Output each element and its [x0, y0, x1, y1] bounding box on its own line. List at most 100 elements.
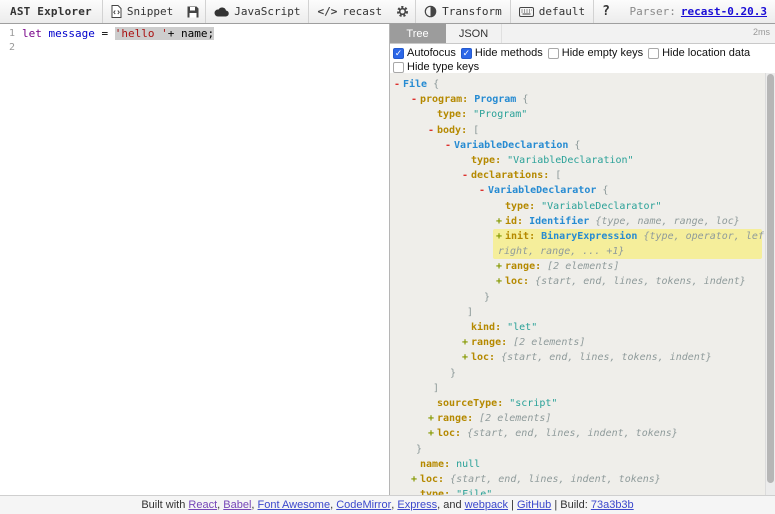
tree-node-line[interactable]: -VariableDeclaration { — [390, 138, 775, 153]
option-label: Hide empty keys — [562, 47, 643, 59]
tree-node-line[interactable]: kind: "let" — [390, 320, 775, 335]
save-button[interactable] — [181, 0, 205, 23]
option-label: Autofocus — [407, 47, 456, 59]
language-selector[interactable]: JavaScript — [206, 0, 308, 23]
transform-toggle[interactable]: Transform — [416, 0, 510, 23]
tree-node-line[interactable]: ] — [390, 305, 775, 320]
tree-node-line[interactable]: type: "VariableDeclarator" — [390, 199, 775, 214]
tree-node-line[interactable]: sourceType: "script" — [390, 396, 775, 411]
tree-node-line[interactable]: +range: [2 elements] — [390, 411, 775, 426]
footer-link[interactable]: Babel — [223, 499, 251, 511]
tree-node-line[interactable]: +id: Identifier {type, name, range, loc} — [390, 214, 775, 229]
tree-node-line[interactable]: } — [390, 366, 775, 381]
scrollbar-thumb[interactable] — [767, 74, 774, 483]
collapse-toggle-icon[interactable]: - — [462, 168, 471, 183]
expand-toggle-icon[interactable]: + — [411, 472, 420, 487]
option-autofocus[interactable]: ✓Autofocus — [393, 47, 456, 59]
parser-info-label: Parser: — [630, 5, 676, 18]
code-icon: </> — [317, 5, 337, 18]
tree-node-line[interactable]: -File { — [390, 77, 775, 92]
option-hide-type-keys[interactable]: Hide type keys — [393, 61, 479, 73]
tree-node-line[interactable]: ] — [390, 381, 775, 396]
checkbox-checked-icon[interactable]: ✓ — [461, 48, 472, 59]
footer-link[interactable]: GitHub — [517, 499, 551, 511]
tree-node-line[interactable]: +range: [2 elements] — [390, 335, 775, 350]
tree-node-line[interactable]: type: "Program" — [390, 107, 775, 122]
expand-toggle-icon[interactable]: + — [428, 426, 437, 441]
node-key: type: — [505, 201, 541, 212]
checkbox-checked-icon[interactable]: ✓ — [393, 48, 404, 59]
expand-toggle-icon[interactable]: + — [428, 411, 437, 426]
expand-toggle-icon[interactable]: + — [496, 229, 505, 244]
tree-node-line[interactable]: type: "File" — [390, 487, 775, 495]
node-key: program: — [420, 94, 474, 105]
checkbox-unchecked-icon[interactable] — [648, 48, 659, 59]
footer-text: Built with — [141, 499, 188, 511]
node-key: name: — [420, 459, 456, 470]
collapse-toggle-icon[interactable]: - — [445, 138, 454, 153]
tree-node-line[interactable]: -body: [ — [390, 123, 775, 138]
node-type: VariableDeclaration — [454, 140, 574, 151]
parser-version-link[interactable]: recast-0.20.3 — [681, 5, 767, 18]
footer-link[interactable]: Font Awesome — [258, 499, 331, 511]
tree-node-line[interactable]: +loc: {start, end, lines, tokens, indent… — [390, 274, 775, 289]
collapse-toggle-icon[interactable]: - — [394, 77, 403, 92]
tab-tree[interactable]: Tree — [390, 24, 446, 43]
tree-scrollbar[interactable] — [765, 73, 775, 495]
open-bracket: { — [574, 140, 580, 151]
expand-toggle-icon[interactable]: + — [496, 214, 505, 229]
footer: Built with React, Babel, Font Awesome, C… — [0, 495, 775, 514]
tab-json[interactable]: JSON — [446, 24, 502, 43]
string-value: "script" — [509, 398, 557, 409]
code-token: = — [95, 27, 115, 40]
collapse-toggle-icon[interactable]: - — [411, 92, 420, 107]
tree-node-line[interactable]: +loc: {start, end, lines, indent, tokens… — [390, 472, 775, 487]
footer-link[interactable]: 73a3b3b — [591, 499, 634, 511]
collapsed-preview: {start, end, lines, tokens, indent} — [501, 352, 712, 363]
tree-node-line[interactable]: } — [390, 290, 775, 305]
expand-toggle-icon[interactable]: + — [496, 259, 505, 274]
footer-link[interactable]: React — [188, 499, 217, 511]
tree-node-line[interactable]: +loc: {start, end, lines, tokens, indent… — [390, 350, 775, 365]
parser-settings-button[interactable] — [390, 0, 415, 23]
node-key: range: — [471, 337, 513, 348]
option-hide-location-data[interactable]: Hide location data — [648, 47, 750, 59]
node-key: declarations: — [471, 170, 555, 181]
open-bracket: [ — [555, 170, 561, 181]
code-token: + name; — [168, 27, 214, 40]
ast-tree: -File {-program: Program {type: "Program… — [390, 73, 775, 495]
tree-node-line[interactable]: -declarations: [ — [390, 168, 775, 183]
collapsed-preview: [2 elements] — [513, 337, 585, 348]
line-number: 1 — [0, 27, 22, 41]
collapse-toggle-icon[interactable]: - — [479, 183, 488, 198]
footer-link[interactable]: CodeMirror — [336, 499, 391, 511]
tree-node-line[interactable]: type: "VariableDeclaration" — [390, 153, 775, 168]
highlighted-tree-node[interactable]: +init: BinaryExpression {type, operator,… — [493, 229, 762, 259]
tree-node-line[interactable]: name: null — [390, 457, 775, 472]
option-hide-methods[interactable]: ✓Hide methods — [461, 47, 543, 59]
footer-link[interactable]: Express — [397, 499, 437, 511]
collapsed-preview: {start, end, lines, tokens, indent} — [535, 276, 746, 287]
footer-link[interactable]: webpack — [465, 499, 508, 511]
collapse-toggle-icon[interactable]: - — [428, 123, 437, 138]
tree-node-line[interactable]: -VariableDeclarator { — [390, 183, 775, 198]
tree-node-line[interactable]: } — [390, 442, 775, 457]
tree-node-line[interactable]: -program: Program { — [390, 92, 775, 107]
checkbox-unchecked-icon[interactable] — [548, 48, 559, 59]
open-bracket: { — [602, 185, 608, 196]
keybinding-selector[interactable]: default — [511, 0, 593, 23]
tree-node-line[interactable]: +loc: {start, end, lines, indent, tokens… — [390, 426, 775, 441]
tree-node-line[interactable]: +range: [2 elements] — [390, 259, 775, 274]
node-key: type: — [471, 155, 507, 166]
option-hide-empty-keys[interactable]: Hide empty keys — [548, 47, 643, 59]
checkbox-unchecked-icon[interactable] — [393, 62, 404, 73]
snippet-button[interactable]: Snippet — [103, 0, 181, 23]
code-editor[interactable]: 1let message = 'hello '+ name;2 — [0, 24, 390, 495]
parser-selector[interactable]: </> recast — [309, 0, 390, 23]
gear-icon — [396, 5, 409, 18]
help-button[interactable]: ? — [594, 0, 618, 23]
expand-toggle-icon[interactable]: + — [496, 274, 505, 289]
node-key: id: — [505, 216, 529, 227]
expand-toggle-icon[interactable]: + — [462, 335, 471, 350]
expand-toggle-icon[interactable]: + — [462, 350, 471, 365]
